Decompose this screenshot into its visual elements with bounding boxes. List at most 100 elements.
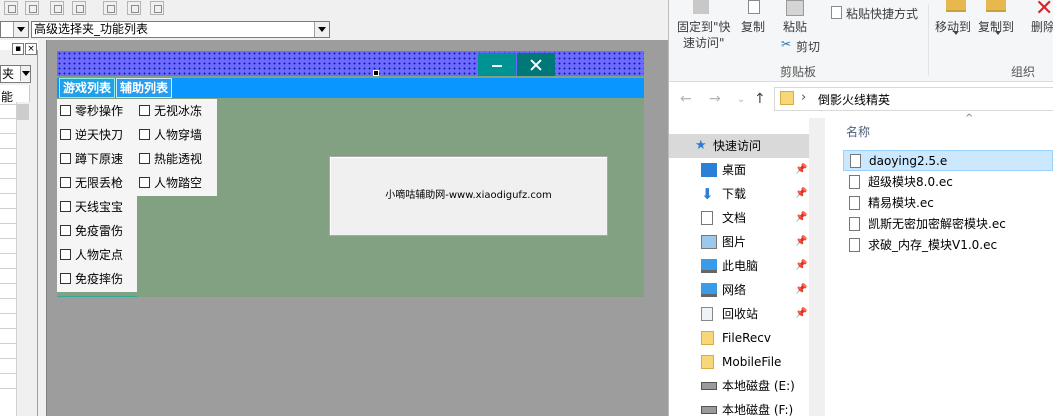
selection-handle[interactable] — [373, 70, 379, 76]
checkbox-infinite-drop[interactable]: 无限丢枪 — [60, 173, 123, 193]
copy-button[interactable]: 复制 — [741, 18, 765, 35]
nav-item-filerecv[interactable]: FileRecv — [669, 326, 809, 350]
delete-icon: ✕ — [1035, 0, 1053, 21]
chevron-down-icon[interactable] — [20, 66, 30, 81]
breadcrumb-current[interactable]: 倒影火线精英 — [818, 91, 890, 108]
pin-icon[interactable]: 📌 — [795, 158, 807, 182]
properties-scrollbar[interactable] — [16, 102, 30, 416]
pin-icon[interactable]: 📌 — [795, 230, 807, 254]
up-arrow-icon[interactable]: ↑ — [754, 91, 766, 107]
same-size-icon[interactable] — [150, 1, 164, 15]
navigation-scrollbar[interactable] — [809, 118, 825, 416]
paste-button[interactable]: 粘贴 — [783, 18, 807, 35]
checkbox-crouch-speed[interactable]: 蹲下原速 — [60, 149, 123, 169]
checkbox-box[interactable] — [139, 105, 150, 116]
column-header-name[interactable]: 名称 — [846, 123, 870, 140]
file-row[interactable]: 精易模块.ec — [843, 193, 1053, 214]
checkbox-box[interactable] — [60, 105, 71, 116]
checkbox-label: 零秒操作 — [75, 104, 124, 118]
checkbox-box[interactable] — [60, 177, 71, 188]
chevron-down-icon[interactable] — [13, 22, 28, 37]
file-row[interactable]: daoying2.5.e — [843, 150, 1053, 171]
nav-item-downloads[interactable]: ⬇ 下载 📌 — [669, 182, 809, 206]
nav-item-pictures[interactable]: 图片 📌 — [669, 230, 809, 254]
pin-icon[interactable]: 📌 — [795, 182, 807, 206]
properties-object-combo[interactable]: 夹 — [0, 65, 31, 83]
checkbox-box[interactable] — [139, 153, 150, 164]
pin-to-quick-access-label-2[interactable]: 速访问" — [683, 34, 725, 51]
object-type-combo[interactable] — [0, 21, 29, 38]
checkbox-box[interactable] — [60, 153, 71, 164]
properties-scroll-thumb[interactable] — [17, 104, 29, 120]
grid-line — [0, 343, 16, 344]
chevron-down-icon[interactable] — [995, 31, 1001, 35]
pin-to-quick-access-label-1[interactable]: 固定到"快 — [677, 18, 731, 35]
paste-shortcut-button[interactable]: 粘贴快捷方式 — [846, 5, 918, 22]
tab-game-list[interactable]: 游戏列表 — [59, 78, 116, 98]
minimize-button[interactable] — [478, 53, 516, 76]
nav-item-documents[interactable]: 文档 📌 — [669, 206, 809, 230]
recent-chevron-icon[interactable]: ⌄ — [737, 94, 745, 105]
component-combo[interactable]: 高级选择夹_功能列表 — [31, 21, 330, 38]
checkbox-ignore-freeze[interactable]: 无视冰冻 — [139, 101, 202, 121]
align-left-icon[interactable] — [4, 1, 18, 15]
forward-arrow-icon[interactable]: → — [709, 91, 721, 107]
grid-line — [0, 283, 16, 284]
pin-icon[interactable]: 📌 — [795, 254, 807, 278]
same-height-icon[interactable] — [127, 1, 141, 15]
close-panel-icon[interactable]: × — [25, 43, 37, 55]
nav-item-label: 图片 — [722, 235, 747, 249]
ribbon-separator — [928, 4, 929, 76]
checkbox-box[interactable] — [60, 225, 71, 236]
checkbox-box[interactable] — [139, 129, 150, 140]
nav-item-drive-f[interactable]: 本地磁盘 (F:) — [669, 398, 809, 416]
space-vertical-icon[interactable] — [72, 1, 86, 15]
nav-item-recycle-bin[interactable]: 回收站 📌 — [669, 302, 809, 326]
breadcrumb-chevron-icon[interactable]: › — [801, 90, 806, 105]
checkbox-box[interactable] — [139, 177, 150, 188]
checkbox-box[interactable] — [60, 201, 71, 212]
nav-item-quick-access[interactable]: ★ 快速访问 — [669, 134, 809, 158]
checkbox-no-fall-damage[interactable]: 免疫摔伤 — [60, 269, 123, 289]
file-row[interactable]: 凯斯无密加密解密模块.ec — [843, 214, 1053, 235]
back-arrow-icon[interactable]: ← — [680, 91, 692, 107]
nav-item-desktop[interactable]: 桌面 📌 — [669, 158, 809, 182]
file-row[interactable]: 求破_内存_模块V1.0.ec — [843, 235, 1053, 256]
same-width-icon[interactable] — [103, 1, 117, 15]
form-title-bar[interactable] — [57, 51, 644, 76]
nav-item-drive-e[interactable]: 本地磁盘 (E:) — [669, 374, 809, 398]
address-bar[interactable] — [774, 87, 1053, 111]
file-row[interactable]: 超级模块8.0.ec — [843, 172, 1053, 193]
chevron-down-icon[interactable] — [314, 22, 329, 37]
checkbox-fast-knife[interactable]: 逆天快刀 — [60, 125, 123, 145]
nav-item-network[interactable]: 网络 📌 — [669, 278, 809, 302]
checkbox-thermal-vision[interactable]: 热能透视 — [139, 149, 202, 169]
checkbox-fixed-position[interactable]: 人物定点 — [60, 245, 123, 265]
checkbox-wall-pass[interactable]: 人物穿墙 — [139, 125, 202, 145]
clipboard-group-label: 剪贴板 — [780, 65, 817, 79]
space-horizontal-icon[interactable] — [50, 1, 64, 15]
document-icon — [701, 211, 713, 225]
nav-item-mobilefile[interactable]: MobileFile — [669, 350, 809, 374]
grid-line — [0, 193, 16, 194]
pin-icon[interactable]: 📌 — [795, 206, 807, 230]
checkbox-box[interactable] — [60, 129, 71, 140]
star-icon: ★ — [695, 138, 707, 153]
cut-button[interactable]: 剪切 — [796, 38, 820, 55]
chevron-down-icon[interactable] — [953, 31, 959, 35]
nav-item-this-pc[interactable]: 此电脑 📌 — [669, 254, 809, 278]
pin-icon[interactable]: 📌 — [795, 302, 807, 326]
close-button[interactable] — [517, 53, 555, 76]
minimize-panel-icon[interactable]: ▪ — [12, 43, 24, 55]
checkbox-zero-second-action[interactable]: 零秒操作 — [60, 101, 123, 121]
checkbox-no-grenade-damage[interactable]: 免疫雷伤 — [60, 221, 123, 241]
checkbox-air-walk[interactable]: 人物踏空 — [139, 173, 202, 193]
pin-icon[interactable]: 📌 — [795, 278, 807, 302]
checkbox-antenna[interactable]: 天线宝宝 — [60, 197, 123, 217]
delete-button[interactable]: 删除 — [1031, 18, 1053, 35]
checkbox-label: 免疫雷伤 — [75, 224, 124, 238]
checkbox-box[interactable] — [60, 273, 71, 284]
checkbox-box[interactable] — [60, 249, 71, 260]
tab-assist-list[interactable]: 辅助列表 — [116, 78, 173, 98]
align-center-icon[interactable] — [25, 1, 39, 15]
